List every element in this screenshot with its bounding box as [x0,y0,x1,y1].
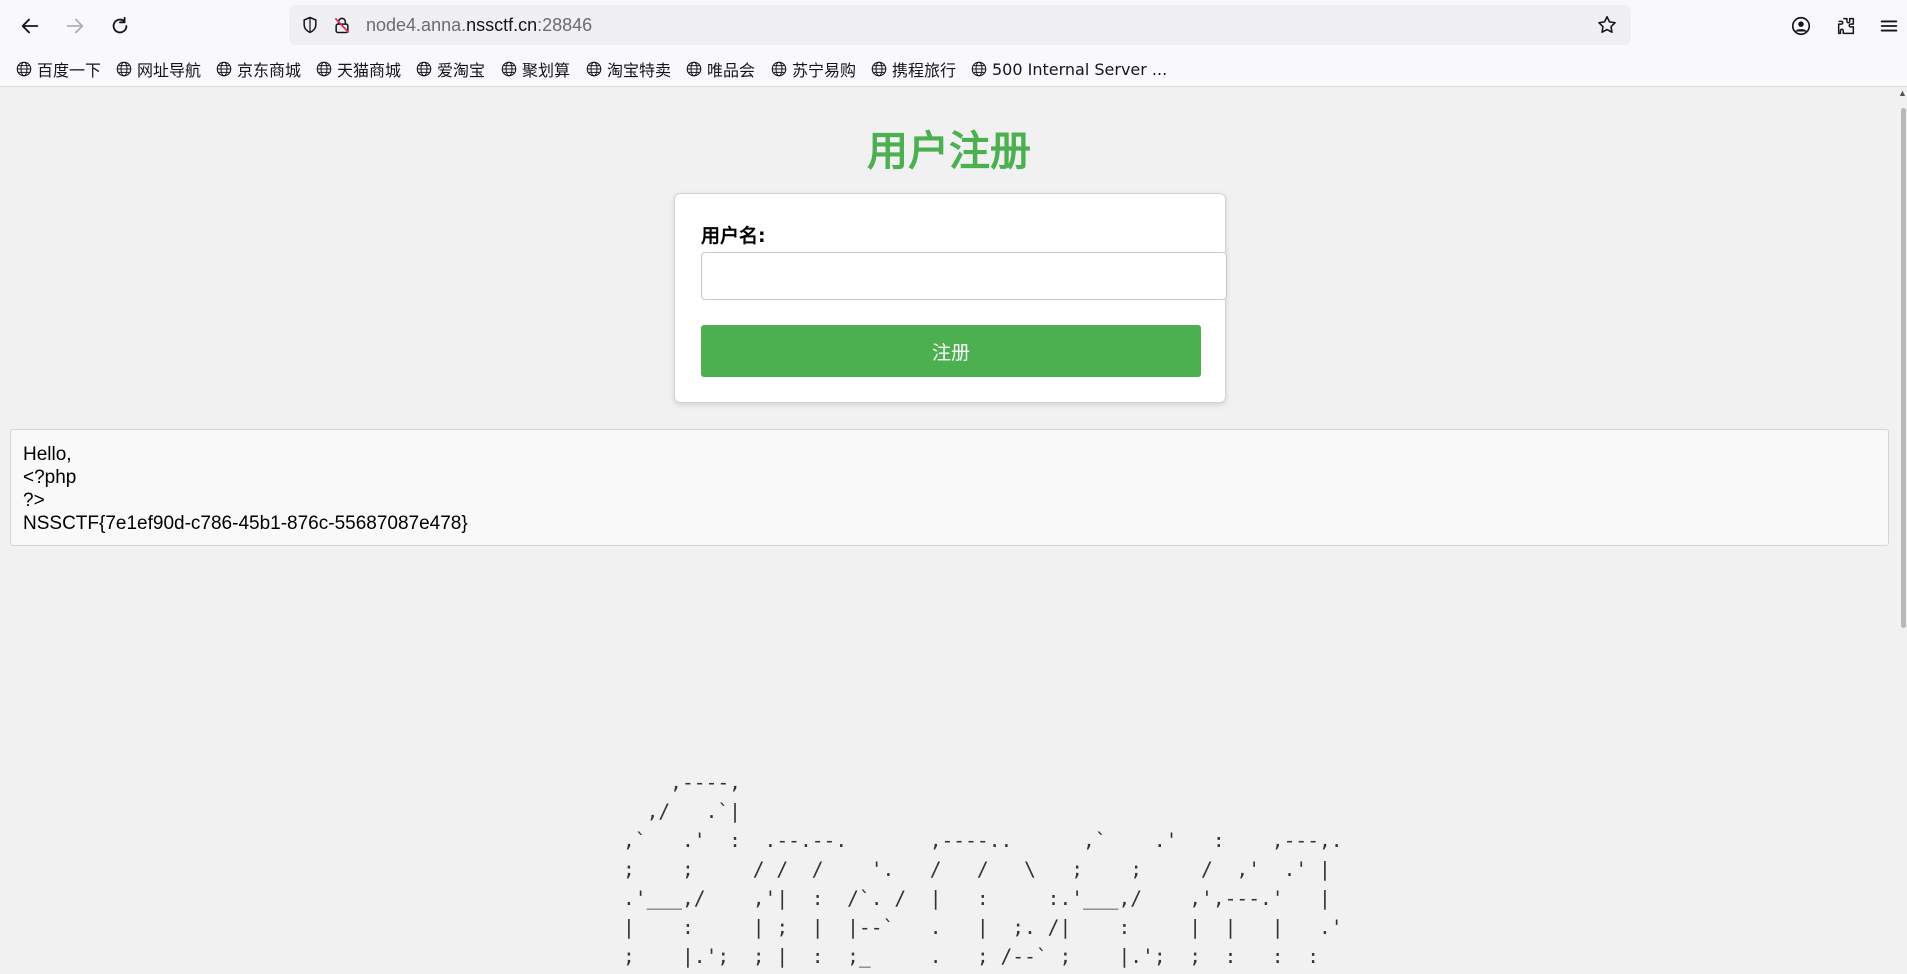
url-text[interactable]: node4.anna.nssctf.cn:28846 [366,15,592,36]
globe-icon [586,61,602,77]
globe-icon [971,61,987,77]
extensions-button[interactable] [1830,11,1862,41]
bookmark-label: 天猫商城 [337,61,402,80]
output-line: Hello, [23,444,72,465]
output-line: ?> [23,490,45,511]
globe-icon [871,61,887,77]
bookmark-label: 京东商城 [237,61,302,80]
url-prefix: node4.anna. [366,15,467,35]
bookmark-label: 淘宝特卖 [607,61,672,80]
hamburger-menu-icon [1880,20,1898,32]
flag-text: NSSCTF{7e1ef90d-c786-45b1-876c-55687087e… [23,513,468,534]
output-panel: Hello, <?php ?> NSSCTF{7e1ef90d-c786-45b… [10,429,1889,546]
account-button[interactable] [1785,11,1817,41]
globe-icon [316,61,332,77]
globe-icon [116,61,132,77]
bookmark-item[interactable]: 网址导航 [115,57,201,81]
register-button[interactable]: 注册 [701,325,1201,377]
back-button[interactable] [14,11,46,41]
bookmark-label: 爱淘宝 [437,61,486,80]
puzzle-icon [1837,17,1855,35]
output-line: <?php [23,467,77,488]
url-port: :28846 [537,15,593,35]
reload-icon [112,16,128,34]
arrow-right-icon [66,18,84,34]
menu-button[interactable] [1873,11,1905,41]
bookmark-item[interactable]: 天猫商城 [315,57,401,81]
bookmark-item[interactable]: 苏宁易购 [770,57,856,81]
browser-toolbar: node4.anna.nssctf.cn:28846 [0,0,1907,52]
bookmark-item[interactable]: 淘宝特卖 [585,57,671,81]
globe-icon [771,61,787,77]
bookmark-label: 苏宁易购 [792,61,857,80]
bookmark-item[interactable]: 唯品会 [685,57,755,81]
bookmark-item[interactable]: 聚划算 [500,57,570,81]
ascii-art-banner: ,----, ,/ .`| ,` .' : .--.--. ,----.. ,`… [623,771,1343,968]
bookmark-label: 500 Internal Server ... [992,59,1168,79]
bookmark-star-icon[interactable] [1596,14,1618,36]
bookmarks-toolbar: 百度一下 网址导航 京东商城 天猫商城 爱淘宝 聚划算 淘宝特卖 唯品会 苏宁易… [0,52,1907,87]
globe-icon [686,61,702,77]
scroll-up-arrow-icon[interactable]: ▲ [1898,88,1907,98]
arrow-left-icon [21,18,39,34]
globe-icon [16,61,32,77]
bookmark-label: 携程旅行 [892,61,957,80]
page-title: 用户注册 [867,127,1031,175]
bookmark-item[interactable]: 500 Internal Server ... [970,57,1167,81]
bookmark-item[interactable]: 携程旅行 [870,57,956,81]
bookmark-item[interactable]: 爱淘宝 [415,57,485,81]
account-icon [1791,16,1811,36]
bookmark-label: 唯品会 [707,61,756,80]
username-label: 用户名: [701,225,766,247]
globe-icon [216,61,232,77]
bookmark-item[interactable]: 京东商城 [215,57,301,81]
bookmark-label: 网址导航 [137,61,202,80]
scrollbar-thumb[interactable] [1901,108,1906,628]
reload-button[interactable] [104,11,136,41]
shield-icon[interactable] [299,14,321,36]
url-domain: nssctf.cn [466,15,538,35]
username-input[interactable] [701,252,1227,300]
address-bar[interactable]: node4.anna.nssctf.cn:28846 [289,5,1631,45]
bookmark-item[interactable]: 百度一下 [15,57,101,81]
register-form: 用户名: 注册 [674,193,1227,403]
forward-button[interactable] [59,11,91,41]
bookmark-label: 聚划算 [522,61,571,80]
globe-icon [501,61,517,77]
insecure-lock-icon[interactable] [331,14,353,36]
globe-icon [416,61,432,77]
bookmark-label: 百度一下 [37,61,102,80]
